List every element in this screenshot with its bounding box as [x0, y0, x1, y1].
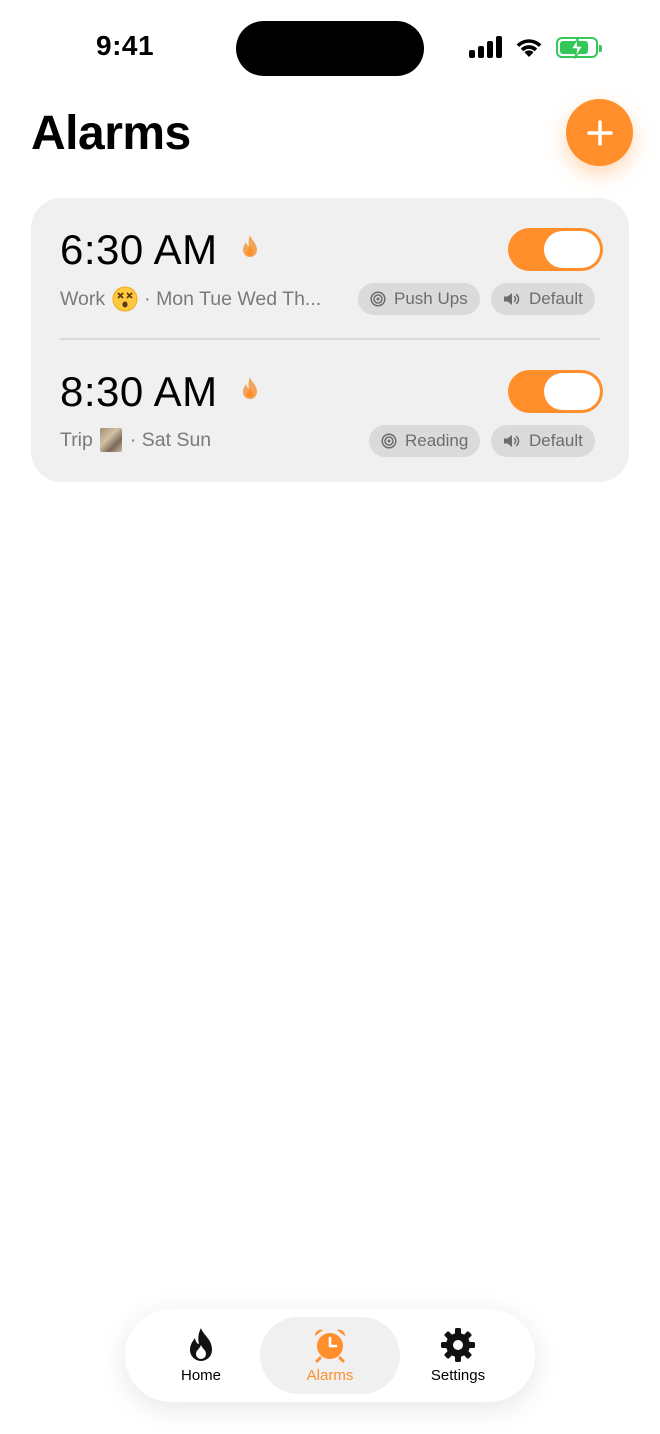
alarm-details: Work · Mon Tue Wed Th...: [60, 286, 321, 312]
mission-chip[interactable]: Push Ups: [358, 283, 480, 315]
gear-icon: [441, 1328, 475, 1362]
alarm-label: Work: [60, 287, 106, 310]
alarm-details: Trip · Sat Sun: [60, 428, 211, 452]
charging-bolt-icon: [570, 36, 584, 59]
dizzy-face-emoji-icon: [112, 286, 138, 312]
sound-chip[interactable]: Default: [491, 283, 595, 315]
tab-home[interactable]: Home: [136, 1317, 266, 1394]
speaker-icon: [504, 435, 520, 447]
alarm-time: 6:30 AM: [60, 226, 218, 273]
tab-alarms[interactable]: Alarms: [260, 1317, 400, 1394]
status-time: 9:41: [96, 30, 155, 61]
add-alarm-button[interactable]: [566, 99, 633, 166]
speaker-icon: [504, 293, 520, 305]
mission-label: Push Ups: [394, 289, 468, 308]
alarm-days: · Mon Tue Wed Th...: [144, 287, 322, 310]
mission-label: Reading: [405, 431, 469, 450]
alarm-toggle[interactable]: [508, 228, 603, 271]
alarm-list: 6:30 AM Work · Mon Tue Wed Th... Push Up…: [31, 198, 629, 482]
mission-chip[interactable]: Reading: [369, 425, 481, 457]
sound-chip[interactable]: Default: [491, 425, 595, 457]
sound-label: Default: [529, 431, 583, 450]
toggle-knob: [544, 231, 600, 268]
status-icons: [469, 36, 602, 59]
battery-icon: [556, 36, 602, 59]
alarm-time: 8:30 AM: [60, 368, 218, 415]
tab-label: Home: [180, 1367, 221, 1384]
tab-label: Settings: [430, 1367, 486, 1384]
flame-icon: [243, 377, 257, 399]
alarm-days: · Sat Sun: [129, 428, 212, 451]
dynamic-island: [236, 21, 424, 76]
photo-thumbnail-icon: [99, 428, 122, 452]
page-title: Alarms: [31, 107, 191, 160]
target-icon: [381, 433, 397, 449]
cellular-signal-icon: [469, 36, 502, 58]
alarm-toggle[interactable]: [508, 370, 603, 413]
target-icon: [370, 291, 386, 307]
alarm-row[interactable]: 8:30 AM Trip · Sat Sun Reading Default: [31, 340, 629, 482]
alarm-row[interactable]: 6:30 AM Work · Mon Tue Wed Th... Push Up…: [31, 198, 629, 340]
tab-label: Alarms: [306, 1367, 354, 1384]
wifi-icon: [516, 39, 542, 57]
alarm-clock-icon: [314, 1329, 346, 1363]
alarm-label: Trip: [60, 428, 93, 451]
tab-settings[interactable]: Settings: [393, 1317, 523, 1394]
toggle-knob: [544, 373, 600, 410]
flame-icon: [190, 1328, 212, 1361]
sound-label: Default: [529, 289, 583, 308]
flame-icon: [243, 235, 257, 257]
tab-bar: Home Alarms Settings: [125, 1309, 535, 1402]
plus-icon: [586, 119, 613, 146]
